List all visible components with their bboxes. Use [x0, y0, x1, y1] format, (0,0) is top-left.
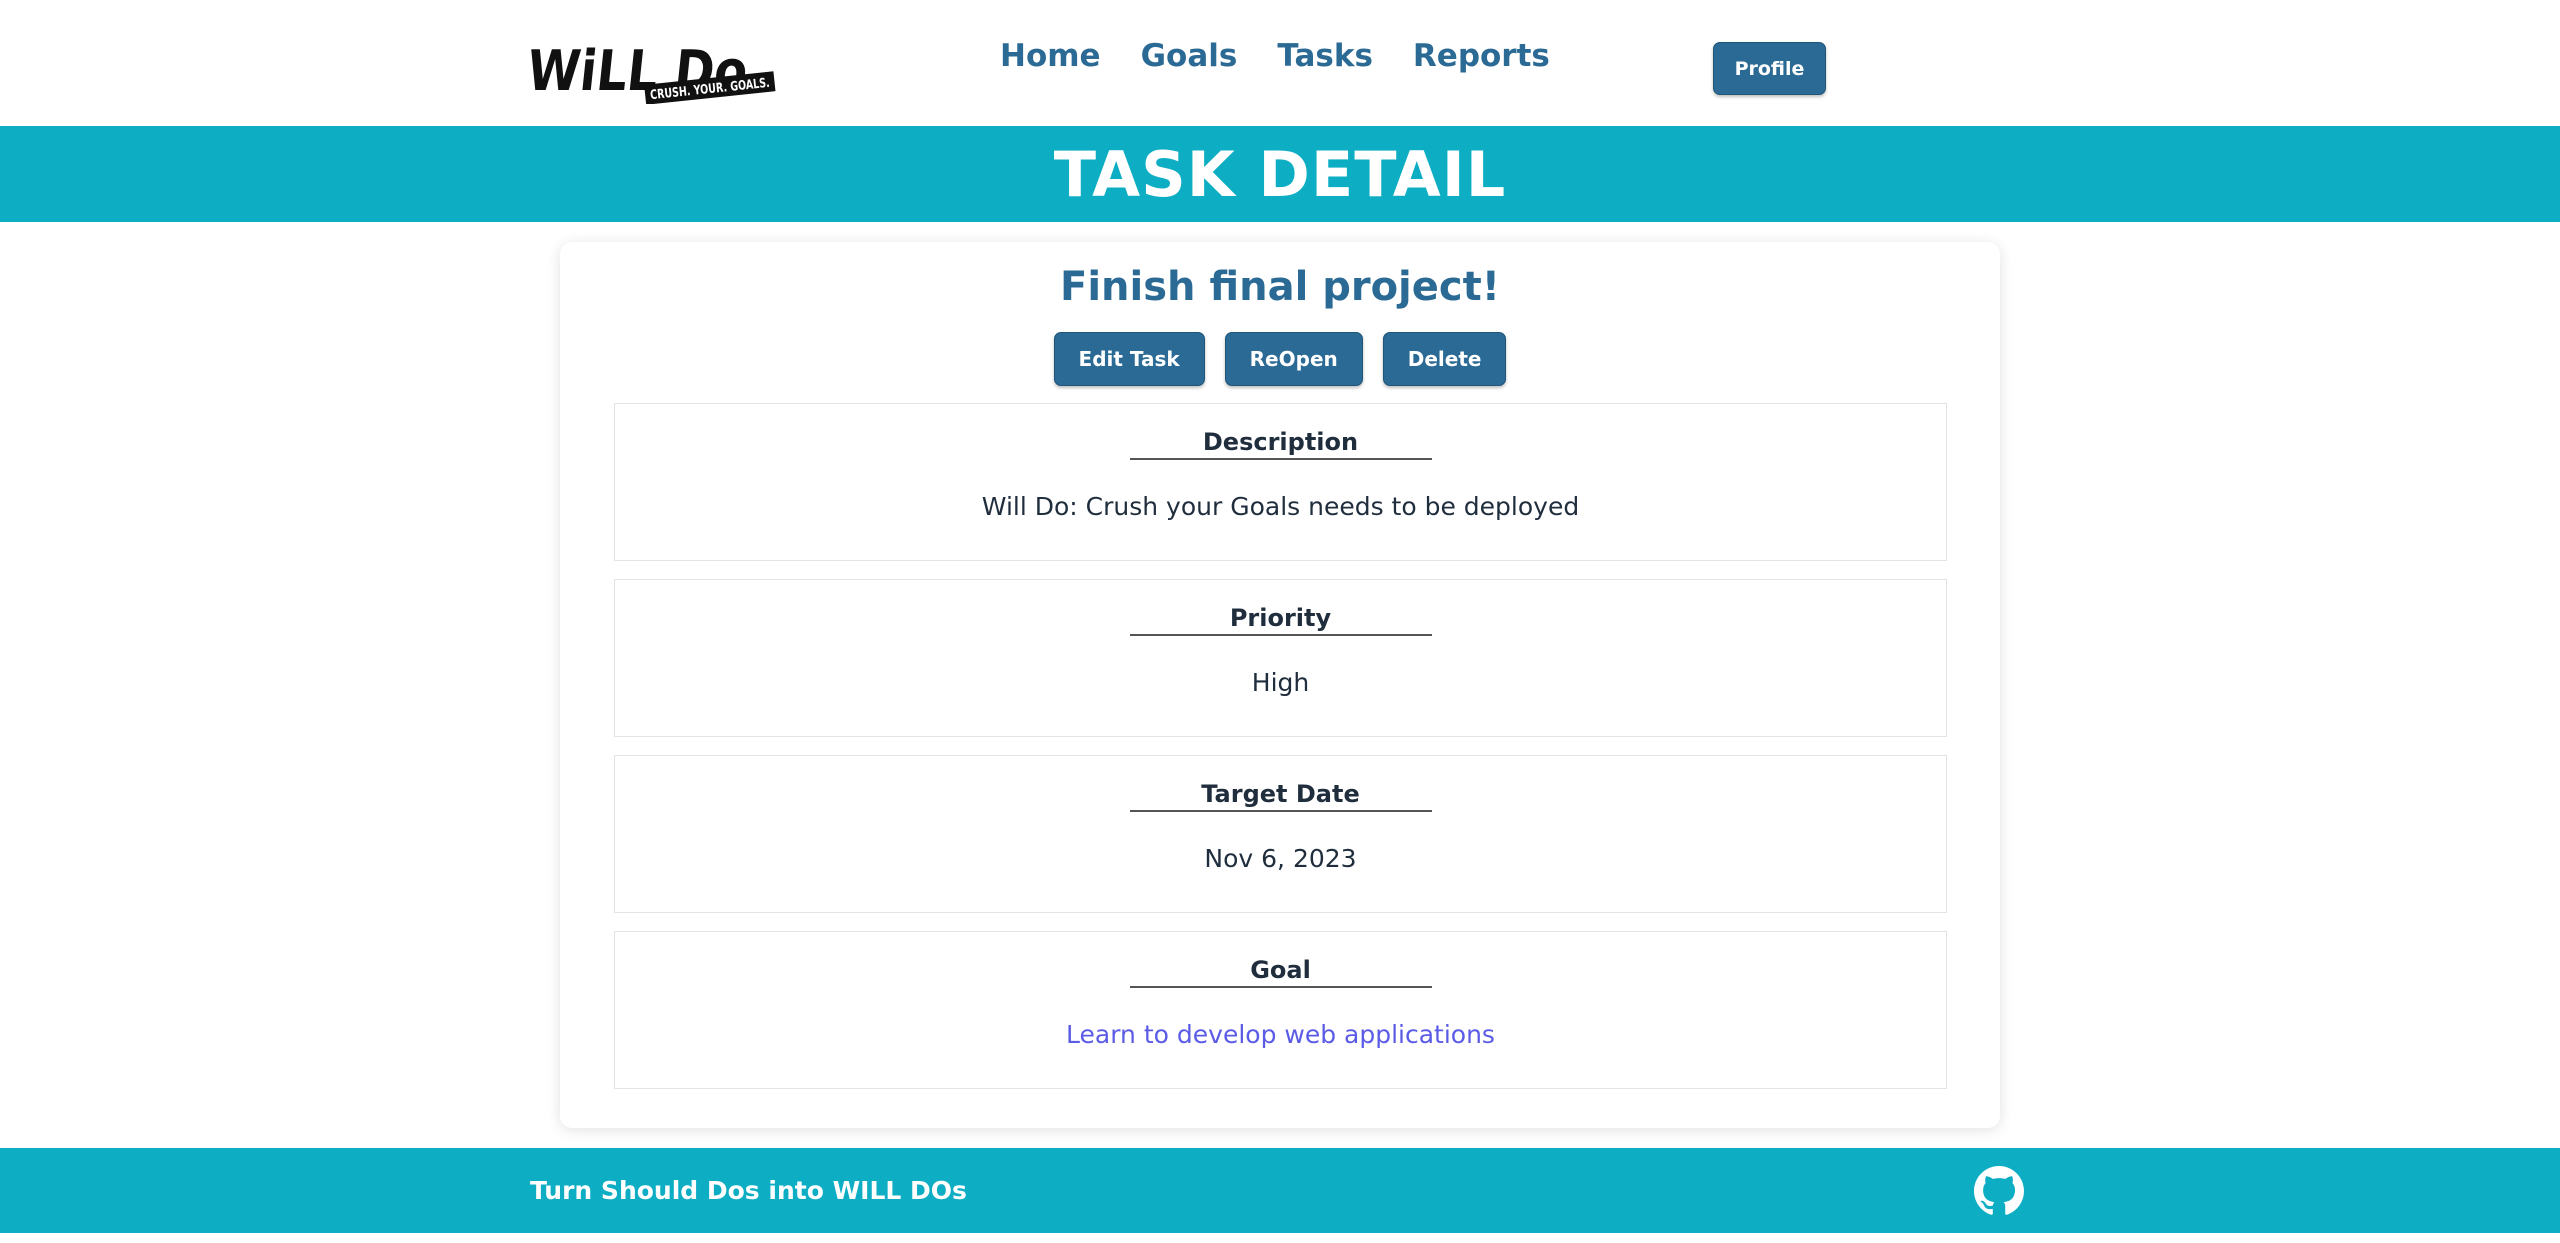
target-date-section: Target Date Nov 6, 2023	[614, 755, 1947, 913]
site-footer: Turn Should Dos into WILL DOs	[0, 1148, 2560, 1233]
target-date-label: Target Date	[1129, 780, 1432, 812]
will-do-logo[interactable]: WiLL Do CRUSH. YOUR. GOALS.	[530, 28, 780, 104]
reopen-button[interactable]: ReOpen	[1224, 332, 1363, 386]
footer-tagline: Turn Should Dos into WILL DOs	[530, 1176, 967, 1205]
description-value: Will Do: Crush your Goals needs to be de…	[981, 492, 1580, 521]
site-header: WiLL Do CRUSH. YOUR. GOALS. Home Goals T…	[0, 0, 2560, 126]
priority-label: Priority	[1129, 604, 1432, 636]
nav-home-link[interactable]: Home	[1000, 38, 1101, 74]
nav-goals-link[interactable]: Goals	[1141, 38, 1238, 74]
task-title: Finish final project!	[1060, 264, 1500, 310]
goal-section: Goal Learn to develop web applications	[614, 931, 1947, 1089]
edit-task-button[interactable]: Edit Task	[1053, 332, 1205, 386]
task-detail-card: Finish final project! Edit Task ReOpen D…	[560, 242, 2000, 1128]
target-date-value: Nov 6, 2023	[1204, 844, 1357, 873]
delete-button[interactable]: Delete	[1382, 332, 1507, 386]
page-title: TASK DETAIL	[1053, 137, 1507, 211]
goal-label: Goal	[1129, 956, 1432, 988]
priority-section: Priority High	[614, 579, 1947, 737]
page-banner: TASK DETAIL	[0, 126, 2560, 222]
main-nav: Home Goals Tasks Reports	[1000, 0, 1550, 126]
task-actions: Edit Task ReOpen Delete	[560, 332, 2000, 386]
goal-link[interactable]: Learn to develop web applications	[615, 1020, 1946, 1049]
nav-tasks-link[interactable]: Tasks	[1277, 38, 1373, 74]
description-section: Description Will Do: Crush your Goals ne…	[614, 403, 1947, 561]
github-icon[interactable]	[1974, 1166, 2024, 1216]
nav-reports-link[interactable]: Reports	[1413, 38, 1550, 74]
description-label: Description	[1129, 428, 1432, 460]
priority-value: High	[1251, 668, 1310, 697]
profile-button[interactable]: Profile	[1713, 42, 1826, 95]
